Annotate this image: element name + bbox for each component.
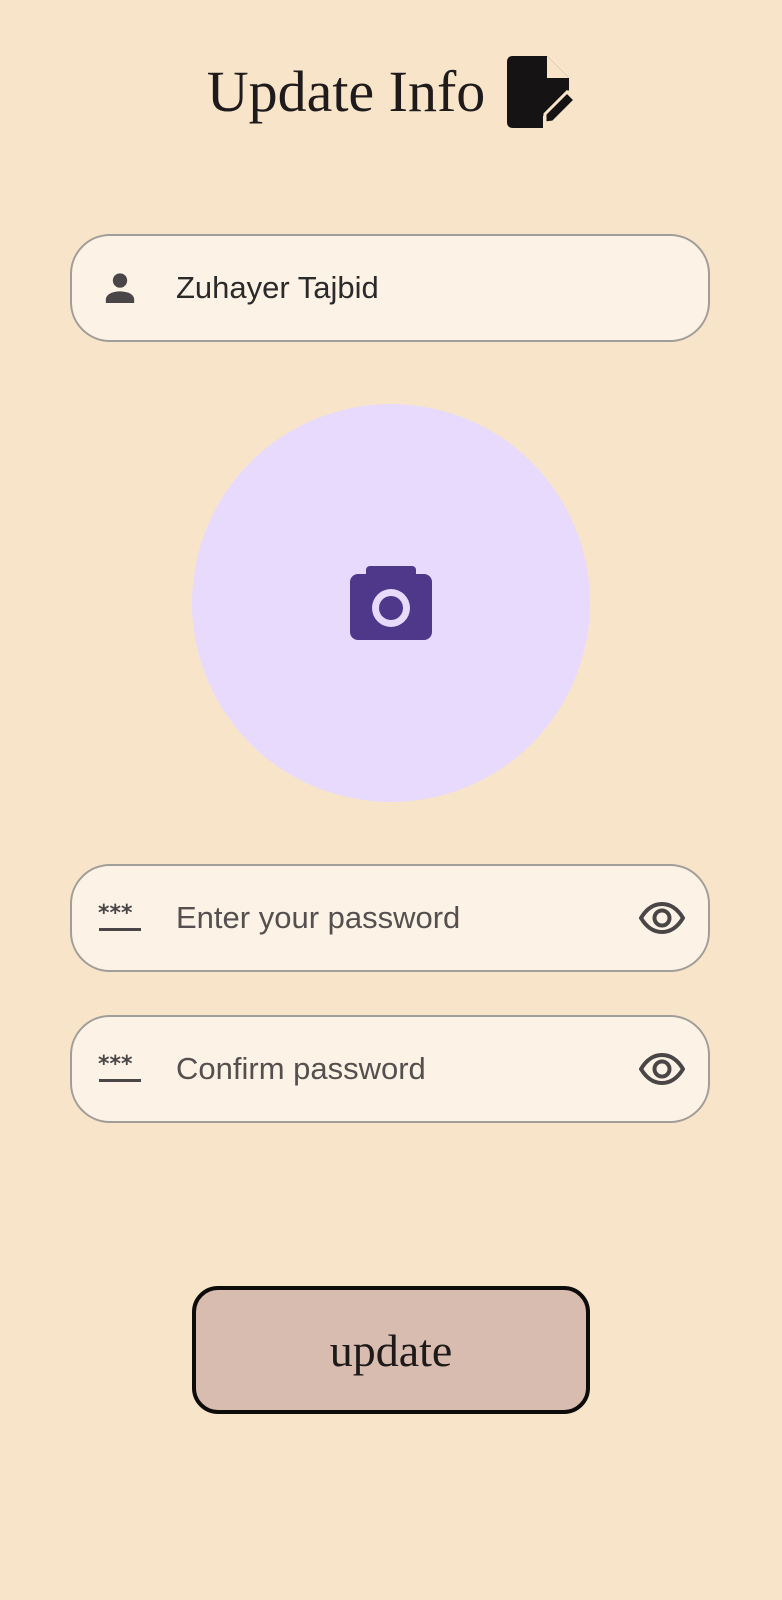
password-placeholder: Enter your password — [176, 900, 461, 935]
person-icon — [96, 264, 144, 312]
name-field[interactable]: Zuhayer Tajbid — [70, 234, 710, 342]
camera-icon — [350, 566, 432, 640]
svg-text:***: *** — [98, 1053, 133, 1077]
edit-document-icon — [507, 56, 576, 128]
confirm-password-field[interactable]: *** Confirm password — [70, 1015, 710, 1123]
update-button-label: update — [329, 1324, 453, 1376]
update-button[interactable]: update — [192, 1286, 590, 1414]
password-icon: *** — [96, 894, 144, 942]
eye-icon[interactable] — [638, 894, 686, 942]
password-icon: *** — [96, 1045, 144, 1093]
eye-icon[interactable] — [638, 1045, 686, 1093]
profile-photo-picker[interactable] — [192, 404, 590, 802]
svg-text:***: *** — [98, 902, 133, 926]
name-field-value: Zuhayer Tajbid — [176, 270, 379, 305]
page-header: Update Info — [0, 52, 782, 132]
confirm-password-placeholder: Confirm password — [176, 1051, 426, 1086]
password-field[interactable]: *** Enter your password — [70, 864, 710, 972]
page-title: Update Info — [206, 59, 486, 124]
